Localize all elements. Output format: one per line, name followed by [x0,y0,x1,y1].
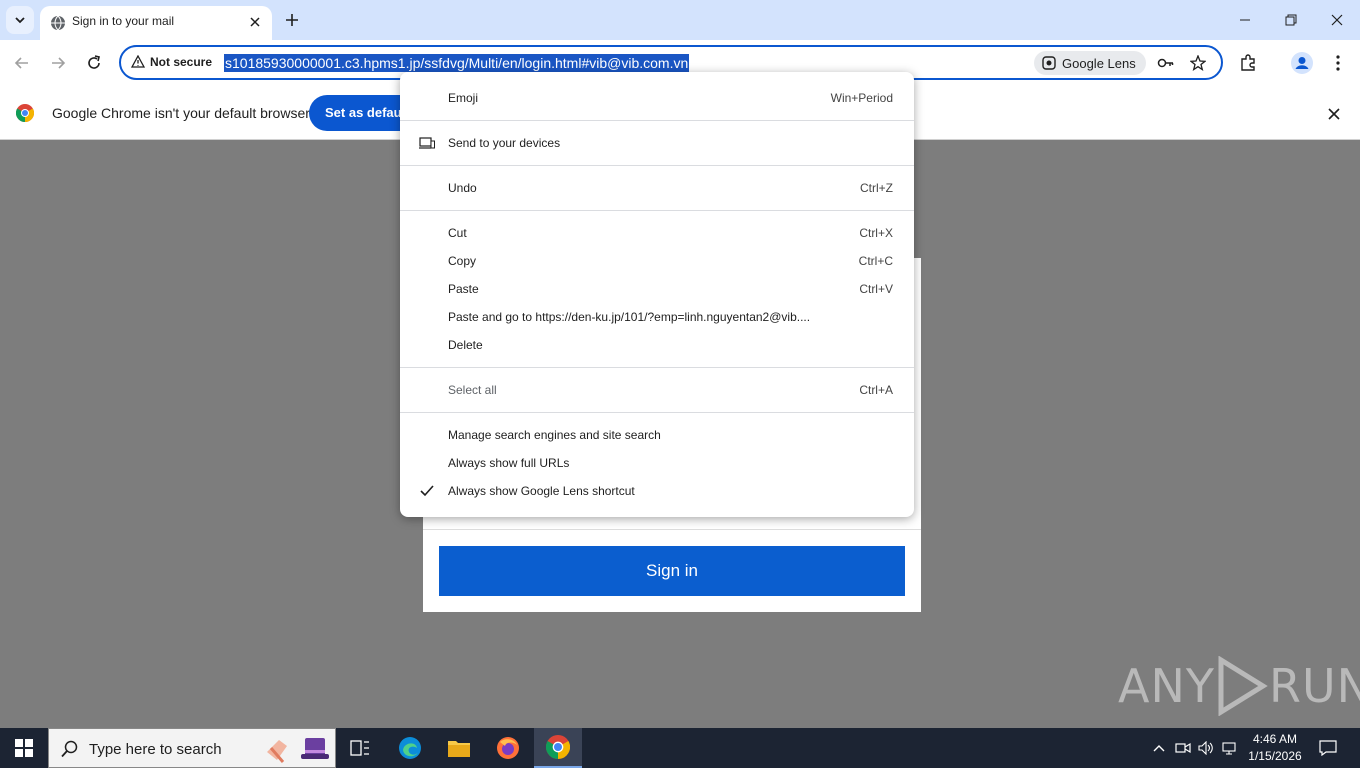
new-tab-button[interactable] [282,10,302,30]
notification-icon [1319,740,1337,756]
minimize-icon [1240,19,1250,21]
menu-separator [400,120,914,121]
arrow-left-icon [14,57,28,69]
close-window-button[interactable] [1314,0,1360,40]
camera-lens-icon [1042,56,1056,70]
firefox-icon [497,737,519,759]
google-lens-label: Google Lens [1062,55,1136,71]
tab-strip: Sign in to your mail [0,0,1360,40]
tab-search-button[interactable] [6,6,34,34]
menu-item-always-show-lens-shortcut[interactable]: Always show Google Lens shortcut [400,477,914,505]
meet-now-icon[interactable] [1173,738,1193,758]
menu-item-delete[interactable]: Delete [400,331,914,359]
windows-taskbar: Type here to search 4:46 AM 1/15/2026 [0,728,1360,768]
menu-item-emoji[interactable]: Emoji Win+Period [400,84,914,112]
clock-time: 4:46 AM [1252,732,1298,746]
search-icon [61,740,78,758]
infobar-close-icon[interactable] [1325,105,1343,123]
play-logo-icon [1218,656,1268,716]
menu-item-paste[interactable]: Paste Ctrl+V [400,275,914,303]
warning-triangle-icon [131,55,145,68]
chevron-up-icon [1153,745,1165,752]
clock-date: 1/15/2026 [1248,749,1302,763]
taskbar-clock[interactable]: 4:46 AM 1/15/2026 [1246,731,1304,765]
checkmark-icon [419,483,435,499]
task-view-button[interactable] [336,728,384,768]
security-chip[interactable]: Not secure [131,55,212,69]
close-icon [1331,14,1343,26]
show-hidden-icons-button[interactable] [1149,738,1169,758]
menu-item-send-to-devices[interactable]: Send to your devices [400,129,914,157]
file-explorer-taskbar-button[interactable] [435,728,483,768]
folder-icon [448,741,470,757]
menu-separator [400,165,914,166]
avatar-icon [1291,52,1313,74]
menu-separator [400,210,914,211]
edge-taskbar-button[interactable] [386,728,434,768]
menu-button[interactable] [1326,51,1350,75]
google-lens-chip[interactable]: Google Lens [1034,51,1146,75]
chrome-taskbar-button[interactable] [534,728,582,768]
minimize-button[interactable] [1222,0,1268,40]
menu-item-manage-search-engines[interactable]: Manage search engines and site search [400,421,914,449]
chrome-logo-icon [16,104,34,122]
puzzle-icon [1241,54,1255,71]
reload-icon [88,55,100,69]
infobar-message: Google Chrome isn't your default browser [52,105,310,121]
chevron-down-icon [15,17,25,24]
anyrun-watermark: ANY RUN [1118,656,1360,716]
notifications-button[interactable] [1318,738,1338,758]
volume-icon[interactable] [1196,738,1216,758]
menu-item-undo[interactable]: Undo Ctrl+Z [400,174,914,202]
edge-icon [399,737,421,759]
start-button[interactable] [0,728,48,768]
forward-button[interactable] [46,51,70,75]
menu-item-paste-and-go[interactable]: Paste and go to https://den-ku.jp/101/?e… [400,303,914,331]
tab-title: Sign in to your mail [72,14,175,28]
back-button[interactable] [10,51,34,75]
windows-logo-icon [15,739,33,757]
taskbar-search-box[interactable]: Type here to search [48,728,336,768]
close-tab-icon[interactable] [246,13,264,31]
card-divider [423,529,921,530]
devices-icon [419,135,435,151]
url-text[interactable]: s10185930000001.c3.hpms1.jp/ssfdvg/Multi… [224,54,690,72]
firefox-taskbar-button[interactable] [484,728,532,768]
menu-separator [400,367,914,368]
menu-separator [400,412,914,413]
reload-button[interactable] [82,51,106,75]
globe-icon [51,15,65,31]
network-icon[interactable] [1220,738,1240,758]
sign-in-button[interactable]: Sign in [439,546,905,596]
bookmark-star-icon[interactable] [1188,53,1208,73]
search-highlight-illustration-icon [267,738,329,763]
task-view-icon [350,740,369,756]
menu-item-copy[interactable]: Copy Ctrl+C [400,247,914,275]
taskbar-search-placeholder: Type here to search [89,741,222,758]
extensions-button[interactable] [1236,51,1260,75]
kebab-menu-icon [1336,55,1340,71]
arrow-right-icon [52,57,66,69]
plus-icon [286,14,298,26]
chrome-icon [546,735,570,759]
profile-button[interactable] [1290,51,1314,75]
menu-item-cut[interactable]: Cut Ctrl+X [400,219,914,247]
menu-item-select-all[interactable]: Select all Ctrl+A [400,376,914,404]
context-menu: Emoji Win+Period Send to your devices Un… [400,72,914,517]
menu-item-always-show-full-urls[interactable]: Always show full URLs [400,449,914,477]
not-secure-label: Not secure [150,55,213,69]
restore-icon [1285,14,1297,26]
browser-tab[interactable]: Sign in to your mail [40,6,272,40]
password-key-icon[interactable] [1156,53,1176,73]
restore-button[interactable] [1268,0,1314,40]
